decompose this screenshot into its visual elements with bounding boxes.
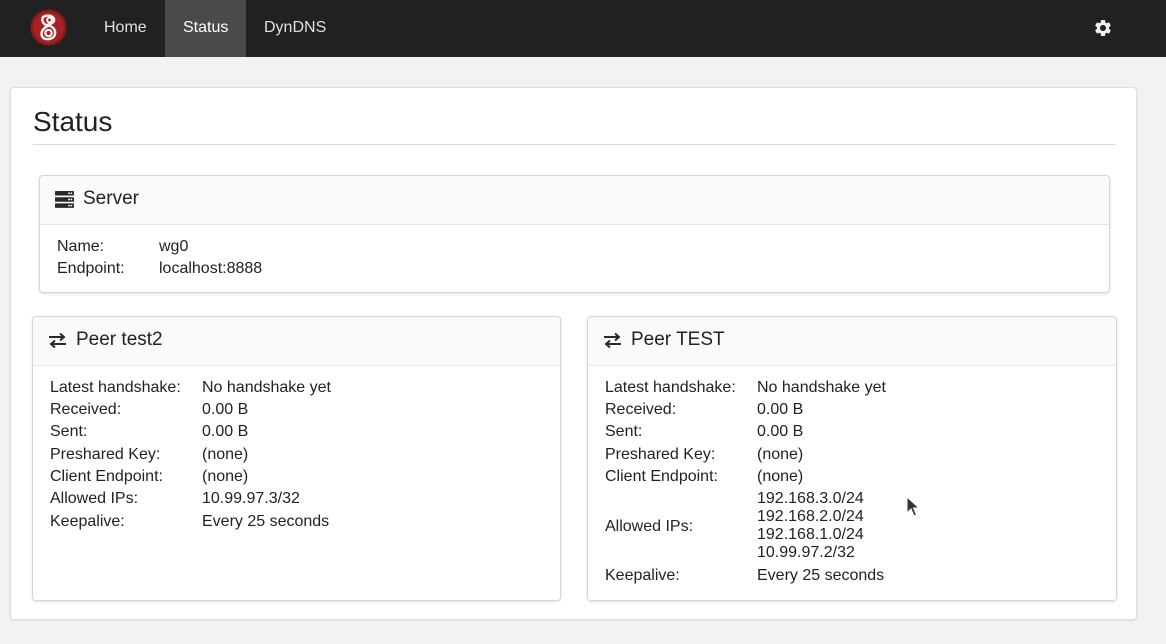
peer-card: Peer TEST Latest handshake: No handshake…	[587, 316, 1117, 601]
field-value: (none)	[202, 446, 249, 463]
field-label: Latest handshake:	[605, 379, 736, 396]
field-label: Latest handshake:	[50, 379, 181, 396]
peer-field-row: Allowed IPs: 10.99.97.3/32	[50, 488, 530, 510]
field-value: No handshake yet	[757, 379, 886, 396]
exchange-icon	[49, 332, 66, 349]
allowed-ip: 192.168.1.0/24	[757, 526, 864, 543]
field-value: 10.99.97.3/32	[202, 490, 300, 507]
field-value: Every 25 seconds	[757, 567, 885, 584]
peer-field-row: Preshared Key: (none)	[50, 444, 530, 466]
peer-field-row: Preshared Key: (none)	[605, 444, 1085, 466]
field-label: Endpoint:	[57, 260, 125, 277]
allowed-ip: 10.99.97.2/32	[757, 544, 855, 561]
server-card-title: Server	[83, 188, 139, 209]
field-value: No handshake yet	[202, 379, 331, 396]
server-icon	[55, 191, 74, 208]
field-value: (none)	[202, 468, 249, 485]
peer-field-row: Keepalive: Every 25 seconds	[605, 565, 1085, 587]
nav-status[interactable]: Status	[165, 0, 246, 57]
mouse-cursor-icon	[906, 496, 920, 517]
field-value: (none)	[757, 446, 804, 463]
field-value: Every 25 seconds	[202, 513, 330, 530]
allowed-ips-list: 192.168.3.0/24 192.168.2.0/24 192.168.1.…	[757, 490, 864, 562]
peer-field-row: Keepalive: Every 25 seconds	[50, 511, 530, 533]
peer-field-row: Sent: 0.00 B	[605, 421, 1085, 443]
peer-field-row: Client Endpoint: (none)	[605, 466, 1085, 488]
peer-field-row: Sent: 0.00 B	[50, 421, 530, 443]
title-divider	[33, 144, 1116, 145]
peer-card-header: Peer TEST	[588, 317, 1116, 366]
field-value: localhost:8888	[159, 260, 263, 277]
field-value: 0.00 B	[202, 401, 249, 418]
peer-card-title: Peer TEST	[631, 329, 725, 350]
field-label: Preshared Key:	[50, 446, 161, 463]
server-card: Server Name: wg0 Endpoint: localhost:888…	[39, 175, 1110, 293]
field-value: 0.00 B	[757, 401, 804, 418]
exchange-icon	[604, 332, 621, 349]
peer-card: Peer test2 Latest handshake: No handshak…	[32, 316, 561, 601]
peer-field-row: Received: 0.00 B	[50, 399, 530, 421]
field-label: Name:	[57, 238, 105, 255]
server-card-header: Server	[40, 176, 1109, 225]
allowed-ip: 192.168.3.0/24	[757, 490, 864, 507]
gear-icon[interactable]	[1093, 18, 1113, 38]
page-title: Status	[33, 106, 113, 137]
field-value: wg0	[159, 238, 189, 255]
field-label: Sent:	[50, 423, 88, 440]
server-field-name: Name: wg0	[57, 236, 457, 258]
peer-card-header: Peer test2	[33, 317, 560, 366]
peer-field-row: Latest handshake: No handshake yet	[50, 377, 530, 399]
top-navbar: Home Status DynDNS	[0, 0, 1166, 57]
wireguard-logo-icon[interactable]	[30, 9, 67, 46]
allowed-ip: 192.168.2.0/24	[757, 508, 864, 525]
field-label: Received:	[50, 401, 122, 418]
field-label: Keepalive:	[605, 567, 680, 584]
field-label: Received:	[605, 401, 677, 418]
field-label: Keepalive:	[50, 513, 125, 530]
field-value: 0.00 B	[757, 423, 804, 440]
peer-field-row: Client Endpoint: (none)	[50, 466, 530, 488]
server-field-endpoint: Endpoint: localhost:8888	[57, 258, 457, 280]
field-label: Preshared Key:	[605, 446, 716, 463]
field-value: 0.00 B	[202, 423, 249, 440]
field-value: (none)	[757, 468, 804, 485]
field-label: Client Endpoint:	[50, 468, 163, 485]
peer-field-row: Received: 0.00 B	[605, 399, 1085, 421]
peer-card-title: Peer test2	[76, 329, 163, 350]
field-label: Sent:	[605, 423, 643, 440]
field-label: Allowed IPs:	[50, 490, 139, 507]
status-panel: Status Server Name: wg0 Endpoint: localh	[10, 87, 1137, 620]
nav-home[interactable]: Home	[86, 0, 165, 57]
allowed-ips-label: Allowed IPs:	[605, 516, 755, 538]
field-label: Client Endpoint:	[605, 468, 718, 485]
nav-dyndns[interactable]: DynDNS	[246, 0, 340, 57]
peer-field-row: Latest handshake: No handshake yet	[605, 377, 1085, 399]
field-label: Allowed IPs:	[605, 518, 694, 535]
